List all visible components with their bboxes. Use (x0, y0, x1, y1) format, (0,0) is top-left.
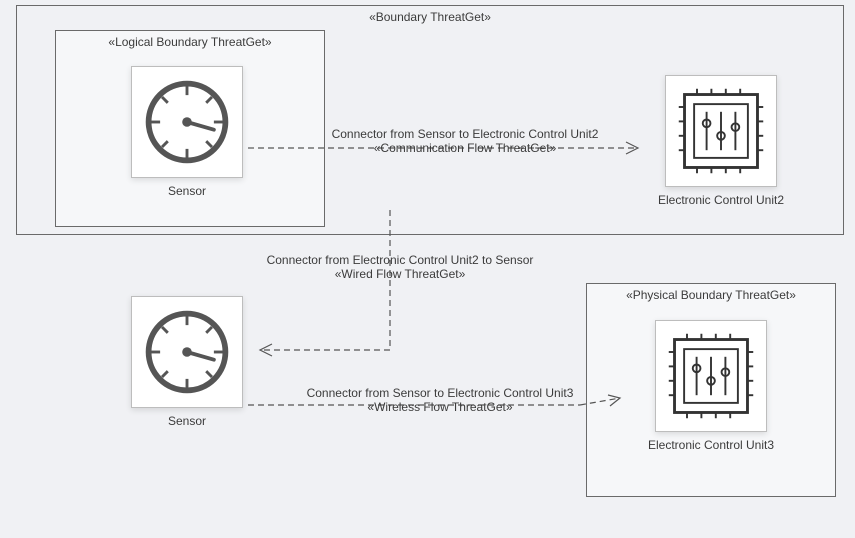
node-sensor-1[interactable]: Sensor (112, 66, 262, 198)
node-ecu3[interactable]: Electronic Control Unit3 (636, 320, 786, 452)
connector-c1-line1: Connector from Sensor to Electronic Cont… (300, 127, 630, 141)
node-ecu2-label: Electronic Control Unit2 (646, 193, 796, 207)
connector-c1-line2: «Communication Flow ThreatGet» (300, 141, 630, 155)
sensor-gauge-icon (131, 66, 243, 178)
node-sensor-2[interactable]: Sensor (112, 296, 262, 428)
sensor-gauge-icon (131, 296, 243, 408)
ecu-icon (655, 320, 767, 432)
connector-c2-line1: Connector from Electronic Control Unit2 … (250, 253, 550, 267)
node-sensor-2-label: Sensor (112, 414, 262, 428)
node-ecu3-label: Electronic Control Unit3 (636, 438, 786, 452)
connector-c1-label: Connector from Sensor to Electronic Cont… (300, 127, 630, 155)
connector-c2-label: Connector from Electronic Control Unit2 … (250, 253, 550, 281)
logical-boundary-title: «Logical Boundary ThreatGet» (56, 35, 324, 49)
node-ecu2[interactable]: Electronic Control Unit2 (646, 75, 796, 207)
connector-c2-line2: «Wired Flow ThreatGet» (250, 267, 550, 281)
node-sensor-1-label: Sensor (112, 184, 262, 198)
ecu-icon (665, 75, 777, 187)
connector-c3-label: Connector from Sensor to Electronic Cont… (290, 386, 590, 414)
boundary-threatget-title: «Boundary ThreatGet» (17, 10, 843, 24)
connector-c3-line2: «Wireless Flow ThreatGet» (290, 400, 590, 414)
connector-c3-line1: Connector from Sensor to Electronic Cont… (290, 386, 590, 400)
physical-boundary-title: «Physical Boundary ThreatGet» (587, 288, 835, 302)
